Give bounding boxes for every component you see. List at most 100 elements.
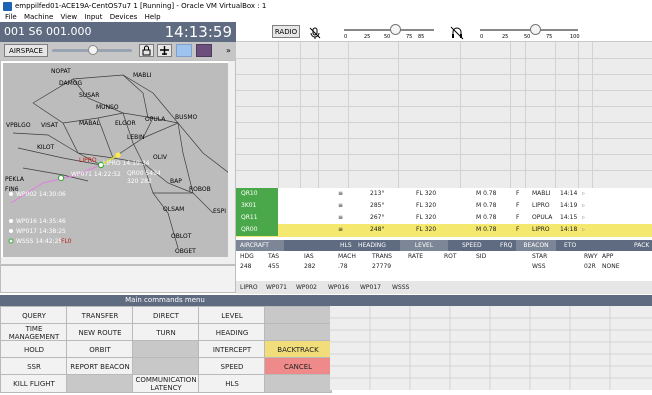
flight-beacon: OPULA <box>532 214 553 221</box>
map-label-oliv: OLIV <box>153 154 168 161</box>
col-speed[interactable]: SPEED <box>462 240 482 251</box>
route-point[interactable]: WP016 <box>328 281 349 294</box>
detail-value-star: WSS <box>532 263 546 270</box>
map-label-robob: ROBOB <box>189 186 211 193</box>
detail-value-rwy: 02R <box>584 263 596 270</box>
airspace-button[interactable]: AIRSPACE <box>4 44 48 57</box>
detail-value-hdg: 248 <box>240 263 252 270</box>
flight-callsign[interactable]: QR00 <box>236 224 278 236</box>
airspace-slider-thumb[interactable] <box>88 45 98 55</box>
mute-button[interactable] <box>308 25 322 39</box>
radar-map-panel[interactable]: NOPAT DAMOG SUSAR MABLI MUNSO MABAL ELGO… <box>0 60 236 265</box>
empty-grid-panel <box>330 295 652 390</box>
flight-speed: M 0.78 <box>476 214 497 221</box>
flag-icon[interactable]: ▹ <box>582 212 585 224</box>
flight-row[interactable]: QR11 ≡ 267° FL 320 M 0.78 F OPULA 14:15 … <box>236 212 652 224</box>
flight-row[interactable]: QR10 ≡ 213° FL 320 M 0.78 F MABLI 14:14 … <box>236 188 652 200</box>
mute-headset-icon <box>450 26 464 40</box>
slider-b-tick-100: 100 <box>570 34 580 40</box>
flight-frequency: F <box>516 202 520 209</box>
communication-latency-button[interactable]: COMMUNICATION LATENCY <box>132 374 200 393</box>
detail-label-hdg: HDG <box>240 253 254 260</box>
detail-label-ias: IAS <box>304 253 314 260</box>
flight-menu-icon[interactable]: ≡ <box>338 212 343 224</box>
flight-eto: 14:14 <box>560 190 578 197</box>
col-pack[interactable]: PACK <box>634 240 649 251</box>
mute-headset-button[interactable] <box>450 25 466 40</box>
flag-icon[interactable]: ▹ <box>582 200 585 212</box>
detail-label-star: STAR <box>532 253 548 260</box>
map-label-olsam: OLSAM <box>163 206 184 213</box>
flag-icon[interactable]: ▹ <box>582 224 585 236</box>
volume-slider-b[interactable]: 0 25 50 75 100 <box>480 23 590 41</box>
flight-menu-icon[interactable]: ≡ <box>338 188 343 200</box>
map-label-obget: OBGET <box>175 248 196 255</box>
lock-icon <box>142 45 151 56</box>
route-point[interactable]: WP017 <box>360 281 381 294</box>
slider-a-tick-25: 25 <box>364 34 371 40</box>
flight-menu-icon[interactable]: ≡ <box>338 200 343 212</box>
map-label-munso: MUNSO <box>96 104 119 111</box>
slider-b-tick-25: 25 <box>502 34 509 40</box>
detail-label-app: APP <box>602 253 614 260</box>
flight-label-wp002: WP002 14:30:06 <box>16 191 66 198</box>
detail-label-tas: TAS <box>268 253 280 260</box>
kill-flight-button[interactable]: KILL FLIGHT <box>0 374 68 393</box>
flight-speed: M 0.78 <box>476 226 497 233</box>
empty-grid-header <box>330 295 652 306</box>
flight-callsign[interactable]: 3K01 <box>236 200 278 212</box>
flight-list-panel <box>236 22 652 188</box>
col-eto[interactable]: ETO <box>564 240 576 251</box>
radio-button[interactable]: RADIO <box>272 25 300 38</box>
map-horizontal-scrollbar[interactable] <box>1 257 230 264</box>
route-point[interactable]: LIPRO <box>240 281 258 294</box>
hls-button[interactable]: HLS <box>198 374 266 393</box>
flight-callsign[interactable]: QR10 <box>236 188 278 200</box>
grid-divider <box>236 74 652 75</box>
volume-slider-a[interactable]: 0 25 50 75 85 <box>344 23 444 41</box>
flight-row-selected[interactable]: QR00 ≡ 248° FL 320 M 0.78 F LIPRO 14:18 … <box>236 224 652 237</box>
col-frq[interactable]: FRQ <box>500 240 512 251</box>
airspace-toolbar: AIRSPACE » <box>0 42 236 60</box>
col-heading[interactable]: HEADING <box>358 240 386 251</box>
flag-icon[interactable]: ▹ <box>582 188 585 200</box>
main-commands-grid: QUERY TRANSFER DIRECT LEVEL TIME MANAGEM… <box>0 306 332 393</box>
detail-label-rate: RATE <box>408 253 424 260</box>
flight-label-lipro: LIPRO <box>79 157 97 164</box>
flight-eto: 14:19 <box>560 202 578 209</box>
col-hls[interactable]: HLS <box>340 240 352 251</box>
aircraft-button[interactable] <box>157 44 172 57</box>
detail-label-mach: MACH <box>338 253 356 260</box>
slider-a-tick-0: 0 <box>344 34 348 40</box>
map-label-opula: OPULA <box>145 116 166 123</box>
flight-level: FL 320 <box>416 214 437 221</box>
radar-map[interactable]: NOPAT DAMOG SUSAR MABLI MUNSO MABAL ELGO… <box>3 63 230 258</box>
map-label-visat: VISAT <box>41 122 58 129</box>
map-label-oblot: OBLOT <box>171 233 192 240</box>
flight-menu-icon[interactable]: ≡ <box>338 224 343 236</box>
map-label-kilot: KILOT <box>37 144 55 151</box>
col-level[interactable]: LEVEL <box>400 240 448 251</box>
main-menu-header: Main commands menu <box>0 295 330 306</box>
slider-a-tick-50: 50 <box>384 34 391 40</box>
flight-level: FL 320 <box>416 202 437 209</box>
col-aircraft[interactable]: AIRCRAFT <box>236 240 284 251</box>
route-point[interactable]: WP002 <box>296 281 317 294</box>
route-point[interactable]: WSSS <box>392 281 409 294</box>
grid-divider <box>236 58 652 59</box>
flight-heading: 285° <box>370 202 385 209</box>
col-beacon[interactable]: BEACON <box>516 240 556 251</box>
route-point[interactable]: WP071 <box>266 281 287 294</box>
map-vertical-scrollbar[interactable] <box>228 61 235 264</box>
map-label-espi: ESPI <box>213 208 226 215</box>
color-swatch-blue[interactable] <box>176 44 192 57</box>
flight-callsign[interactable]: QR11 <box>236 212 278 224</box>
expand-chevron-icon[interactable]: » <box>226 44 234 57</box>
map-label-mabal: MABAL <box>79 120 101 127</box>
grid-divider <box>236 106 652 107</box>
grid-divider <box>525 42 526 188</box>
flight-row[interactable]: 3K01 ≡ 285° FL 320 M 0.78 F LIPRO 14:19 … <box>236 200 652 212</box>
color-swatch-purple[interactable] <box>196 44 212 57</box>
lock-button[interactable] <box>139 44 154 57</box>
slider-b-tick-75: 75 <box>546 34 553 40</box>
